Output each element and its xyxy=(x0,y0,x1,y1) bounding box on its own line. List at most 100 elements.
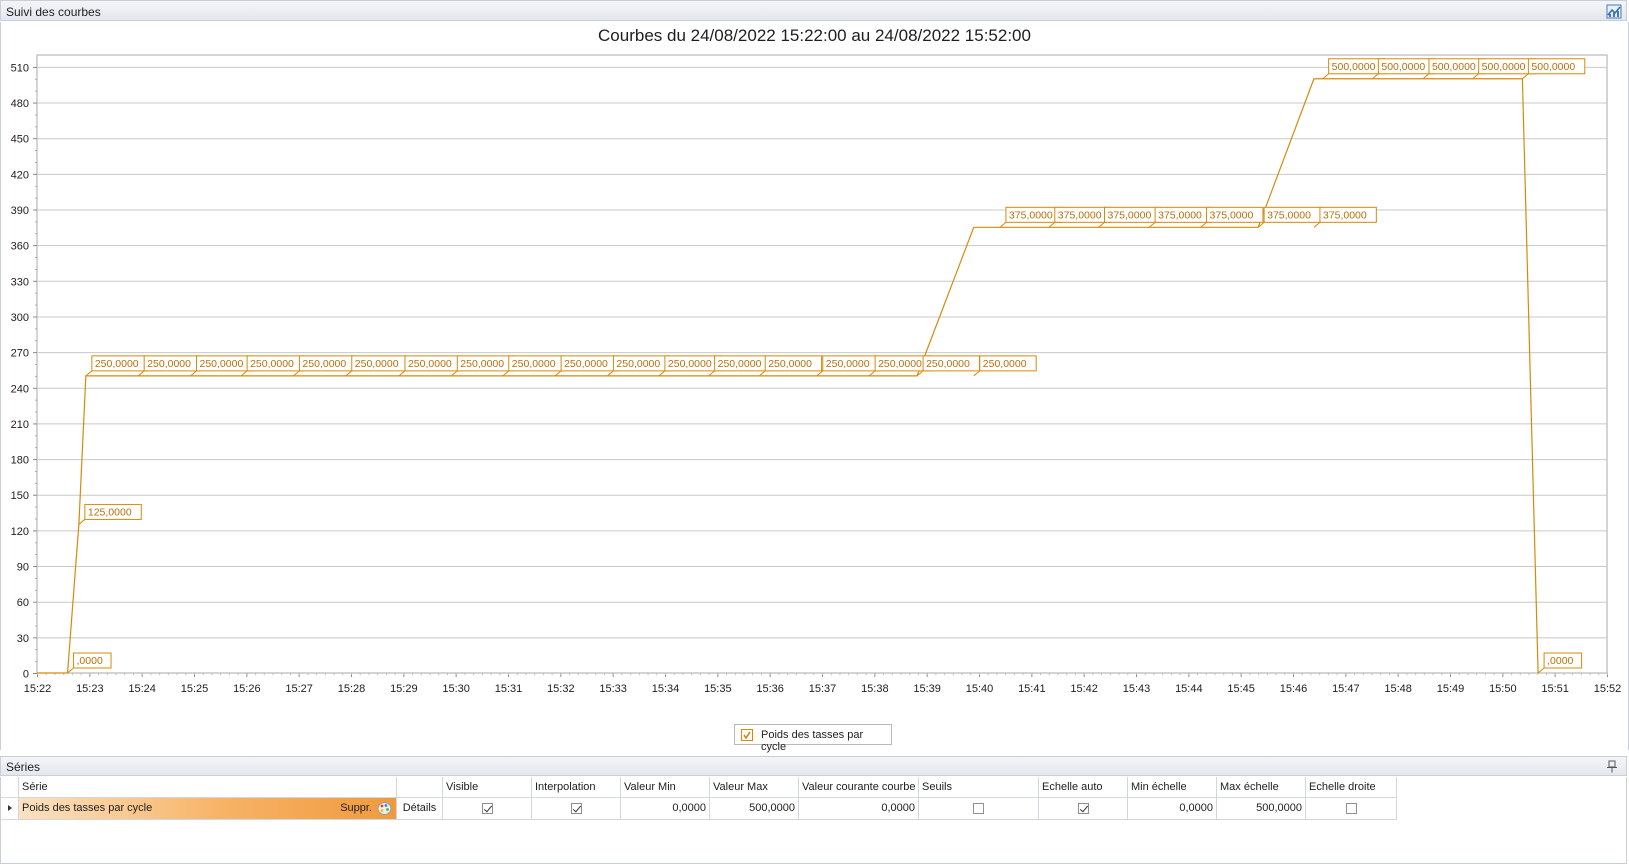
x-tick-label: 15:27 xyxy=(285,683,313,695)
echelle-droite-cell[interactable] xyxy=(1306,798,1397,820)
col-header-serie[interactable]: Série xyxy=(19,777,397,798)
data-label: 375,0000 xyxy=(1323,209,1367,221)
x-tick-label: 15:46 xyxy=(1280,683,1308,695)
echelle-auto-cell[interactable] xyxy=(1039,798,1128,820)
data-label: ,0000 xyxy=(1547,655,1573,667)
x-tick-label: 15:42 xyxy=(1070,683,1098,695)
valeur-courante-cell[interactable]: 0,0000 xyxy=(799,798,919,820)
x-tick-label: 15:50 xyxy=(1489,683,1517,695)
x-tick-label: 15:38 xyxy=(861,683,889,695)
data-label: 250,0000 xyxy=(718,358,762,370)
x-tick-label: 15:30 xyxy=(442,683,470,695)
x-tick-label: 15:45 xyxy=(1227,683,1255,695)
x-tick-label: 15:24 xyxy=(128,683,156,695)
col-header-min-echelle[interactable]: Min échelle xyxy=(1128,777,1217,798)
y-tick-label: 0 xyxy=(23,669,29,681)
visible-checkbox[interactable] xyxy=(481,802,493,814)
row-indicator[interactable] xyxy=(1,798,19,820)
x-tick-label: 15:26 xyxy=(233,683,261,695)
y-tick-label: 120 xyxy=(11,526,29,538)
data-label: 250,0000 xyxy=(983,358,1027,370)
x-tick-label: 15:28 xyxy=(338,683,366,695)
y-tick-label: 360 xyxy=(11,241,29,253)
y-tick-label: 300 xyxy=(11,312,29,324)
series-grid: Série Visible Interpolation Valeur Min V… xyxy=(0,777,1627,864)
data-label: 375,0000 xyxy=(1009,209,1053,221)
col-header-interpolation[interactable]: Interpolation xyxy=(532,777,621,798)
serie-cell[interactable]: Poids des tasses par cycle Suppr. xyxy=(19,798,397,820)
data-label: 375,0000 xyxy=(1158,209,1202,221)
col-header-valeur-max[interactable]: Valeur Max xyxy=(710,777,799,798)
y-tick-label: 450 xyxy=(11,134,29,146)
y-tick-label: 90 xyxy=(17,562,29,574)
data-label: 250,0000 xyxy=(147,358,191,370)
data-label: 250,0000 xyxy=(95,358,139,370)
data-label: 250,0000 xyxy=(564,358,608,370)
x-tick-label: 15:23 xyxy=(76,683,104,695)
interpolation-cell[interactable] xyxy=(532,798,621,820)
series-panel-title: Séries xyxy=(6,760,41,774)
x-tick-label: 15:48 xyxy=(1384,683,1412,695)
x-tick-label: 15:36 xyxy=(756,683,784,695)
valeur-max-cell[interactable]: 500,0000 xyxy=(710,798,799,820)
x-tick-label: 15:39 xyxy=(913,683,941,695)
data-label: 250,0000 xyxy=(302,358,346,370)
y-tick-label: 240 xyxy=(11,383,29,395)
details-link[interactable]: Détails xyxy=(397,798,443,820)
y-tick-label: 510 xyxy=(11,62,29,74)
col-header-max-echelle[interactable]: Max échelle xyxy=(1217,777,1306,798)
y-tick-label: 60 xyxy=(17,597,29,609)
color-palette-icon[interactable] xyxy=(377,801,392,816)
x-tick-label: 15:34 xyxy=(652,683,680,695)
data-label: 250,0000 xyxy=(250,358,294,370)
max-echelle-cell[interactable]: 500,0000 xyxy=(1217,798,1306,820)
y-tick-label: 480 xyxy=(11,98,29,110)
data-label: 125,0000 xyxy=(88,506,132,518)
col-header-echelle-auto[interactable]: Echelle auto xyxy=(1039,777,1128,798)
valeur-min-cell[interactable]: 0,0000 xyxy=(621,798,710,820)
col-header-valeur-min[interactable]: Valeur Min xyxy=(621,777,710,798)
echelle-auto-checkbox[interactable] xyxy=(1077,802,1089,814)
col-header-details[interactable] xyxy=(397,777,443,798)
data-label: 250,0000 xyxy=(668,358,712,370)
x-tick-label: 15:47 xyxy=(1332,683,1360,695)
y-tick-label: 330 xyxy=(11,276,29,288)
col-header-echelle-droite[interactable]: Echelle droite xyxy=(1306,777,1397,798)
delete-series-button[interactable]: Suppr. xyxy=(340,802,372,814)
series-panel-header: Séries xyxy=(0,756,1627,776)
seuils-cell[interactable] xyxy=(919,798,1039,820)
y-tick-label: 30 xyxy=(17,633,29,645)
seuils-checkbox[interactable] xyxy=(973,802,984,814)
x-tick-label: 15:52 xyxy=(1594,683,1622,695)
interpolation-checkbox[interactable] xyxy=(570,802,582,814)
x-tick-label: 15:44 xyxy=(1175,683,1203,695)
data-label: 250,0000 xyxy=(878,358,922,370)
legend-label: Poids des tasses par cycle xyxy=(761,729,864,753)
x-tick-label: 15:43 xyxy=(1123,683,1151,695)
data-label: 500,0000 xyxy=(1531,61,1575,73)
data-label: 375,0000 xyxy=(1107,209,1151,221)
col-header-visible[interactable]: Visible xyxy=(443,777,532,798)
chart-area: 0 30 60 90 120 150 180 210 240 270 300 330 360 390 420… xyxy=(0,22,1629,750)
pin-icon[interactable] xyxy=(1606,760,1618,773)
data-label: 375,0000 xyxy=(1267,209,1311,221)
visible-cell[interactable] xyxy=(443,798,532,820)
echelle-droite-checkbox[interactable] xyxy=(1345,802,1357,814)
x-tick-label: 15:29 xyxy=(390,683,418,695)
col-header-seuils[interactable]: Seuils xyxy=(919,777,1039,798)
x-tick-label: 15:31 xyxy=(495,683,523,695)
x-tick-label: 15:25 xyxy=(181,683,209,695)
serie-name: Poids des tasses par cycle xyxy=(22,802,153,814)
x-tick-label: 15:51 xyxy=(1541,683,1569,695)
legend-checkbox[interactable] xyxy=(741,729,753,741)
data-label: 500,0000 xyxy=(1332,61,1376,73)
y-tick-label: 390 xyxy=(11,205,29,217)
chart-legend[interactable]: Poids des tasses par cycle xyxy=(734,724,892,753)
col-header-valeur-courante[interactable]: Valeur courante courbe xyxy=(799,777,919,798)
x-tick-label: 15:33 xyxy=(599,683,627,695)
data-label: 500,0000 xyxy=(1482,61,1526,73)
row-pointer-icon xyxy=(8,805,12,811)
data-label: ,0000 xyxy=(77,655,103,667)
min-echelle-cell[interactable]: 0,0000 xyxy=(1128,798,1217,820)
chart-icon[interactable] xyxy=(1606,3,1622,19)
